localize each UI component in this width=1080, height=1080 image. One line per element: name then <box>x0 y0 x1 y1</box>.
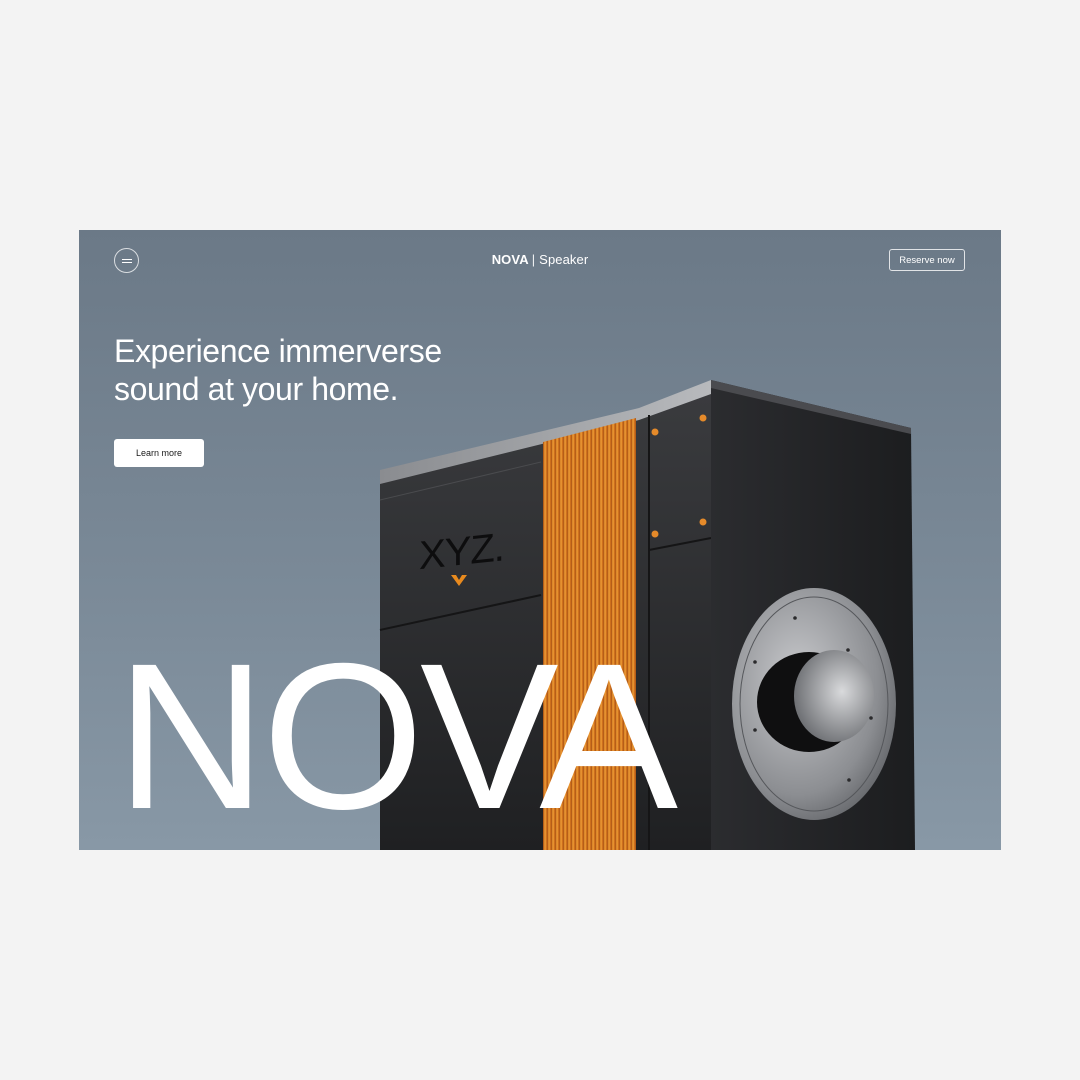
speaker-logo-text: XYZ. <box>419 525 504 579</box>
brand-title: NOVA | Speaker <box>79 252 1001 267</box>
learn-more-button[interactable]: Learn more <box>114 439 204 467</box>
hero-headline: Experience immerverse sound at your home… <box>114 332 442 408</box>
speaker-logo: XYZ. <box>419 525 504 586</box>
brand-separator: | <box>531 252 536 267</box>
brand-product: Speaker <box>539 252 589 267</box>
hero-section: XYZ. NOVA | Speaker Reserve now Experience… <box>79 230 1001 850</box>
chevron-logo-icon <box>451 574 467 586</box>
brand-name: NOVA <box>491 252 529 267</box>
headline-line-1: Experience immerverse <box>114 333 442 369</box>
headline-line-2: sound at your home. <box>114 371 399 407</box>
big-product-title: NOVA <box>116 621 678 850</box>
reserve-now-button[interactable]: Reserve now <box>889 249 965 271</box>
